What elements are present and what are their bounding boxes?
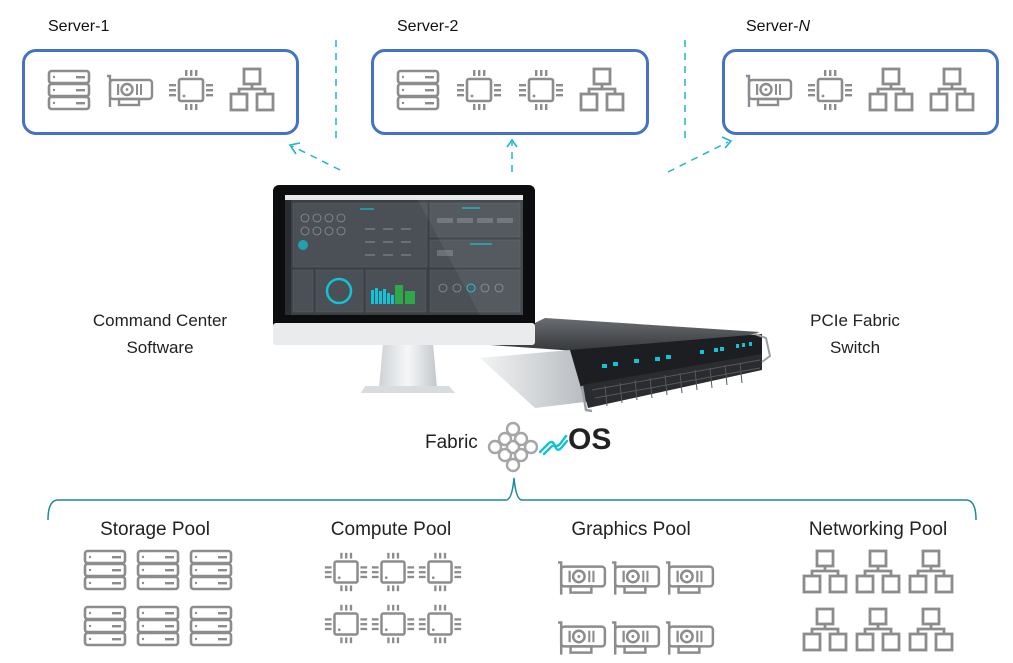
pool-bracket bbox=[47, 477, 977, 521]
storage-icon bbox=[133, 545, 185, 595]
storage-icon bbox=[80, 601, 132, 651]
network-icon bbox=[800, 547, 852, 597]
cpu-icon bbox=[516, 65, 566, 120]
network-icon bbox=[866, 65, 916, 120]
network-icon bbox=[927, 65, 977, 120]
arrow-to-server-1 bbox=[291, 145, 341, 171]
server-2-label: Server-2 bbox=[397, 18, 458, 36]
network-icon bbox=[853, 605, 905, 655]
caption-line: Software bbox=[126, 338, 194, 357]
command-center-caption: Command Center Software bbox=[70, 307, 250, 361]
graphics-pool-grid[interactable] bbox=[556, 551, 717, 663]
server-n-box[interactable] bbox=[722, 49, 999, 135]
caption-line: Command Center bbox=[92, 311, 228, 330]
server-1-label: Server-1 bbox=[48, 18, 109, 36]
cpu-icon bbox=[805, 65, 855, 120]
gpu-icon bbox=[556, 611, 609, 663]
server-label-prefix: Server- bbox=[746, 18, 799, 35]
server-label-prefix: Server- bbox=[48, 18, 101, 35]
cpu-icon bbox=[454, 65, 504, 120]
fabric-network-icon bbox=[487, 421, 539, 473]
fabric-os-suffix: OS bbox=[568, 423, 612, 456]
server-n-label: Server-N bbox=[746, 18, 810, 36]
command-center-monitor-image[interactable] bbox=[265, 183, 545, 408]
storage-icon bbox=[133, 601, 185, 651]
storage-icon bbox=[393, 65, 443, 120]
gpu-icon bbox=[556, 551, 609, 603]
server-2-box[interactable] bbox=[371, 49, 649, 135]
storage-icon bbox=[186, 545, 238, 595]
gpu-icon bbox=[105, 65, 155, 120]
fabric-switch-caption: PCIe Fabric Switch bbox=[780, 307, 930, 361]
cpu-icon bbox=[322, 548, 369, 596]
cpu-icon bbox=[166, 65, 216, 120]
server-label-suffix: 1 bbox=[100, 18, 110, 35]
cpu-icon bbox=[416, 548, 463, 596]
arrow-to-server-n bbox=[667, 141, 729, 173]
storage-icon bbox=[44, 65, 94, 120]
compute-pool-grid[interactable] bbox=[322, 548, 463, 648]
network-icon bbox=[853, 547, 905, 597]
storage-pool-grid[interactable] bbox=[80, 545, 238, 651]
storage-icon bbox=[186, 601, 238, 651]
cpu-icon bbox=[369, 548, 416, 596]
fabric-os-prefix: Fabric bbox=[425, 432, 478, 453]
cpu-icon bbox=[322, 600, 369, 648]
caption-line: Switch bbox=[829, 338, 881, 357]
network-icon bbox=[227, 65, 277, 120]
gpu-icon bbox=[610, 551, 663, 603]
gpu-icon bbox=[744, 65, 794, 120]
cpu-icon bbox=[369, 600, 416, 648]
gpu-icon bbox=[664, 611, 717, 663]
fabric-os-wave-icon bbox=[538, 434, 568, 456]
server-label-suffix: N bbox=[798, 18, 811, 35]
gpu-icon bbox=[664, 551, 717, 603]
networking-pool-title: Networking Pool bbox=[808, 519, 948, 540]
server-label-suffix: 2 bbox=[449, 18, 459, 35]
compute-pool-title: Compute Pool bbox=[330, 519, 452, 540]
arrowhead-server-1 bbox=[288, 142, 301, 155]
server-1-box[interactable] bbox=[22, 49, 299, 135]
cpu-icon bbox=[416, 600, 463, 648]
networking-pool-grid[interactable] bbox=[800, 547, 958, 655]
storage-pool-title: Storage Pool bbox=[100, 519, 210, 540]
graphics-pool-title: Graphics Pool bbox=[571, 519, 691, 540]
server-label-prefix: Server- bbox=[397, 18, 450, 35]
gpu-icon bbox=[610, 611, 663, 663]
storage-icon bbox=[80, 545, 132, 595]
network-icon bbox=[906, 547, 958, 597]
caption-line: PCIe Fabric bbox=[810, 311, 900, 330]
network-icon bbox=[800, 605, 852, 655]
network-icon bbox=[577, 65, 627, 120]
network-icon bbox=[906, 605, 958, 655]
